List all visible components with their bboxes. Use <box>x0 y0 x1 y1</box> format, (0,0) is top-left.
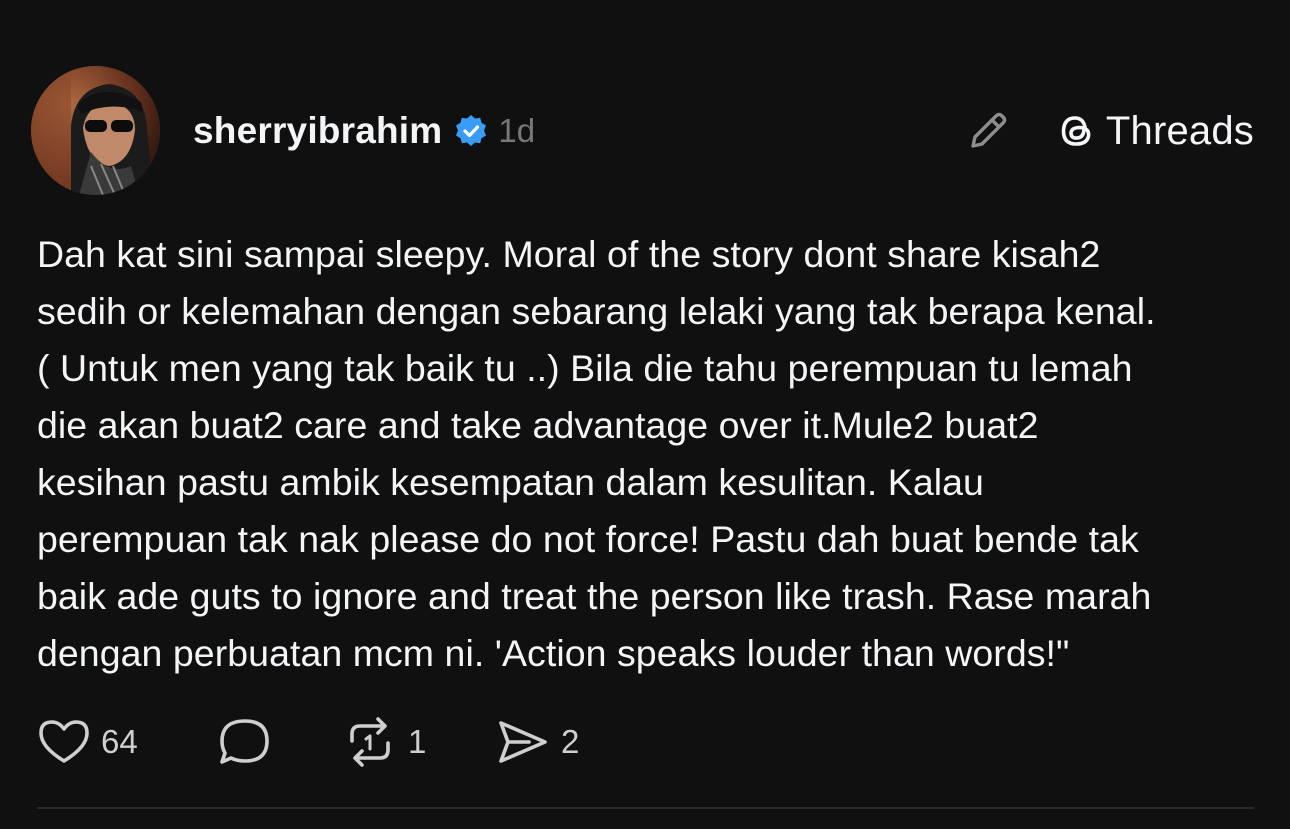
comment-icon <box>220 719 269 764</box>
share-button[interactable]: 2 <box>495 712 579 772</box>
like-count: 64 <box>101 723 138 760</box>
heart-icon <box>39 720 89 763</box>
verified-badge-icon <box>454 114 488 148</box>
post-text-line: perempuan tak nak please do not force! P… <box>37 518 1139 560</box>
author-row: sherryibrahim 1d <box>193 106 535 156</box>
threads-brand-label: Threads <box>1105 108 1254 153</box>
post-timestamp: 1d <box>498 112 536 149</box>
post-text-line: ( Untuk men yang tak baik tu ..) Bila di… <box>37 347 1133 389</box>
post-body: Dah kat sini sampai sleepy. Moral of the… <box>37 226 1262 682</box>
post-text-line: baik ade guts to ignore and treat the pe… <box>37 575 1152 617</box>
avatar[interactable] <box>31 66 160 195</box>
pencil-icon[interactable] <box>963 106 1013 156</box>
reply-button[interactable] <box>215 712 275 772</box>
threads-logo-icon <box>1061 116 1091 146</box>
threads-brand: Threads <box>1054 104 1254 158</box>
divider <box>37 807 1254 809</box>
author-username[interactable]: sherryibrahim <box>193 110 442 152</box>
share-count: 2 <box>561 723 580 760</box>
repost-button[interactable]: 1 <box>342 712 426 772</box>
repost-count: 1 <box>408 723 427 760</box>
send-icon <box>499 721 547 763</box>
post-text-line: kesihan pastu ambik kesempatan dalam kes… <box>37 461 984 503</box>
repost-icon <box>350 717 390 767</box>
post-text-line: Dah kat sini sampai sleepy. Moral of the… <box>37 233 1101 275</box>
post-text-line: sedih or kelemahan dengan sebarang lelak… <box>37 290 1156 332</box>
post-text-line: die akan buat2 care and take advantage o… <box>37 404 1039 446</box>
post-text-line: dengan perbuatan mcm ni. 'Action speaks … <box>37 632 1070 674</box>
post-header: sherryibrahim 1d Threads <box>31 66 1254 196</box>
like-button[interactable]: 64 <box>37 712 138 772</box>
